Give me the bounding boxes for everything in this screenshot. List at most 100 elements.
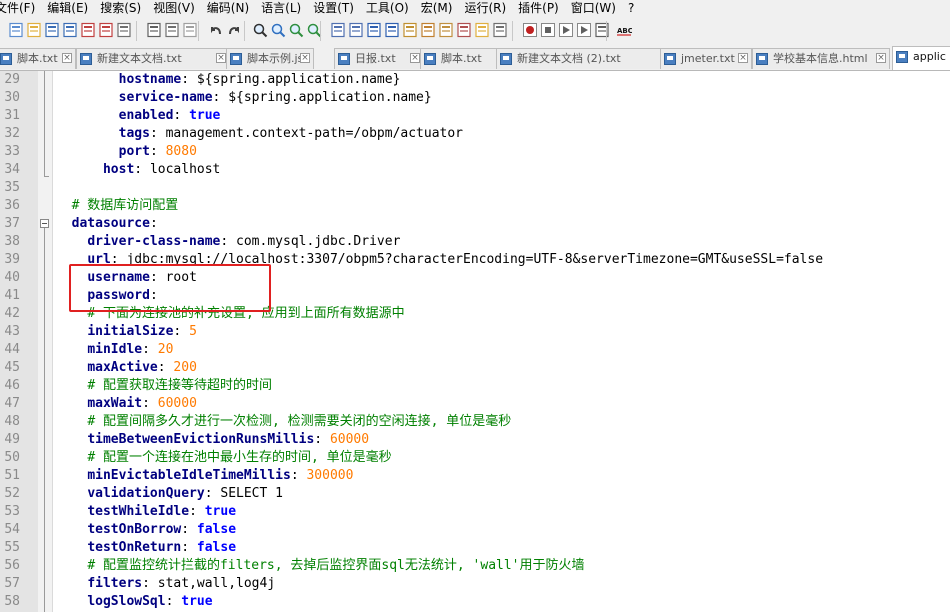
menu-item-9[interactable]: 运行(R): [459, 0, 513, 16]
cut-icon[interactable]: [146, 22, 162, 38]
play-macro-icon[interactable]: [558, 22, 574, 38]
menu-item-7[interactable]: 工具(O): [361, 0, 416, 16]
code-line[interactable]: 49 timeBetweenEvictionRunsMillis: 60000: [0, 431, 950, 449]
code-line[interactable]: 47 maxWait: 60000: [0, 395, 950, 413]
code-line[interactable]: 58 logSlowSql: true: [0, 593, 950, 611]
doc-map-icon[interactable]: [438, 22, 454, 38]
tab-close-icon[interactable]: ×: [300, 53, 310, 63]
yaml-key: datasource: [71, 216, 150, 231]
code-line[interactable]: 57 filters: stat,wall,log4j: [0, 575, 950, 593]
code-line[interactable]: 56 # 配置监控统计拦截的filters, 去掉后监控界面sql无法统计, '…: [0, 557, 950, 575]
code-text: # 配置获取连接等待超时的时间: [56, 377, 272, 395]
indent-guide-icon[interactable]: [402, 22, 418, 38]
tab-3[interactable]: 日报.txt ×: [334, 48, 424, 69]
yaml-separator: :: [189, 504, 205, 519]
save-all-icon[interactable]: [62, 22, 78, 38]
copy-icon[interactable]: [164, 22, 180, 38]
code-line[interactable]: 35: [0, 179, 950, 197]
menu-item-0[interactable]: 文件(F): [0, 0, 42, 16]
tab-close-icon[interactable]: ×: [738, 53, 748, 63]
file-icon: [230, 53, 242, 65]
menu-item-11[interactable]: 窗口(W): [566, 0, 623, 16]
code-line[interactable]: 30 service-name: ${spring.application.na…: [0, 89, 950, 107]
code-line[interactable]: 52 validationQuery: SELECT 1: [0, 485, 950, 503]
code-line[interactable]: 43 initialSize: 5: [0, 323, 950, 341]
code-line[interactable]: 44 minIdle: 20: [0, 341, 950, 359]
new-file-icon[interactable]: [8, 22, 24, 38]
menu-item-5[interactable]: 语言(L): [256, 0, 308, 16]
code-editor[interactable]: 29 hostname: ${spring.application.name} 3…: [0, 71, 950, 612]
print-icon[interactable]: [116, 22, 132, 38]
code-text: initialSize: 5: [56, 323, 197, 341]
tab-close-icon[interactable]: ×: [410, 53, 420, 63]
code-line[interactable]: 51 minEvictableIdleTimeMillis: 300000: [0, 467, 950, 485]
replace-icon[interactable]: [270, 22, 286, 38]
menu-item-6[interactable]: 设置(T): [308, 0, 361, 16]
code-line[interactable]: 55 testOnReturn: false: [0, 539, 950, 557]
code-comment: # 配置间隔多久才进行一次检测, 检测需要关闭的空闲连接, 单位是毫秒: [87, 414, 512, 429]
sync-horizontal-icon[interactable]: [348, 22, 364, 38]
code-line[interactable]: 32 tags: management.context-path=/obpm/a…: [0, 125, 950, 143]
code-line[interactable]: 38 driver-class-name: com.mysql.jdbc.Dri…: [0, 233, 950, 251]
monitoring-icon[interactable]: [492, 22, 508, 38]
tab-close-icon[interactable]: ×: [62, 53, 72, 63]
code-line[interactable]: 54 testOnBorrow: false: [0, 521, 950, 539]
define-language-icon[interactable]: [420, 22, 436, 38]
show-all-chars-icon[interactable]: [384, 22, 400, 38]
tab-0[interactable]: 脚本.txt ×: [0, 48, 76, 69]
folder-as-workspace-icon[interactable]: [474, 22, 490, 38]
undo-icon[interactable]: [208, 22, 224, 38]
yaml-separator: :: [212, 90, 229, 105]
yaml-value: SELECT 1: [220, 486, 283, 501]
line-number: 37: [4, 216, 20, 231]
close-icon[interactable]: [80, 22, 96, 38]
stop-macro-icon[interactable]: [540, 22, 556, 38]
spell-check-icon[interactable]: ABC: [616, 22, 632, 38]
code-line[interactable]: 50 # 配置一个连接在池中最小生存的时间, 单位是毫秒: [0, 449, 950, 467]
tab-2[interactable]: 脚本示例.js ×: [226, 48, 314, 69]
yaml-separator: :: [181, 72, 197, 87]
close-all-icon[interactable]: [98, 22, 114, 38]
word-wrap-icon[interactable]: [366, 22, 382, 38]
menu-item-2[interactable]: 搜索(S): [95, 0, 148, 16]
toolbar-separator: [606, 21, 607, 41]
yaml-key: testOnBorrow: [87, 522, 182, 537]
paste-icon[interactable]: [182, 22, 198, 38]
tab-6[interactable]: jmeter.txt ×: [660, 48, 752, 69]
record-macro-icon[interactable]: [522, 22, 538, 38]
save-icon[interactable]: [44, 22, 60, 38]
code-line[interactable]: 48 # 配置间隔多久才进行一次检测, 检测需要关闭的空闲连接, 单位是毫秒: [0, 413, 950, 431]
code-line[interactable]: 37 datasource:: [0, 215, 950, 233]
zoom-in-icon[interactable]: [288, 22, 304, 38]
menu-item-8[interactable]: 宏(M): [416, 0, 460, 16]
tab-1[interactable]: 新建文本文档.txt ×: [76, 48, 230, 69]
menu-item-12[interactable]: ?: [623, 0, 641, 16]
menu-item-3[interactable]: 视图(V): [148, 0, 202, 16]
save-macro-icon[interactable]: [594, 22, 610, 38]
fold-toggle-icon[interactable]: [40, 219, 49, 228]
sync-vertical-icon[interactable]: [330, 22, 346, 38]
tab-8[interactable]: applic: [892, 46, 950, 70]
tab-7[interactable]: 学校基本信息.html ×: [752, 48, 890, 69]
code-line[interactable]: 31 enabled: true: [0, 107, 950, 125]
menu-item-4[interactable]: 编码(N): [202, 0, 256, 16]
function-list-icon[interactable]: [456, 22, 472, 38]
code-line[interactable]: 45 maxActive: 200: [0, 359, 950, 377]
code-line[interactable]: 46 # 配置获取连接等待超时的时间: [0, 377, 950, 395]
tab-close-icon[interactable]: ×: [876, 53, 886, 63]
open-file-icon[interactable]: [26, 22, 42, 38]
code-line[interactable]: 29 hostname: ${spring.application.name}: [0, 71, 950, 89]
menu-item-1[interactable]: 编辑(E): [42, 0, 95, 16]
code-line[interactable]: 36 # 数据库访问配置: [0, 197, 950, 215]
run-macro-multiple-icon[interactable]: [576, 22, 592, 38]
tab-close-icon[interactable]: ×: [216, 53, 226, 63]
yaml-separator: :: [181, 540, 197, 555]
redo-icon[interactable]: [226, 22, 242, 38]
find-icon[interactable]: [252, 22, 268, 38]
code-line[interactable]: 34 host: localhost: [0, 161, 950, 179]
code-line[interactable]: 53 testWhileIdle: true: [0, 503, 950, 521]
code-text: filters: stat,wall,log4j: [56, 575, 275, 593]
yaml-value: 300000: [306, 468, 354, 483]
code-line[interactable]: 33 port: 8080: [0, 143, 950, 161]
menu-item-10[interactable]: 插件(P): [513, 0, 566, 16]
